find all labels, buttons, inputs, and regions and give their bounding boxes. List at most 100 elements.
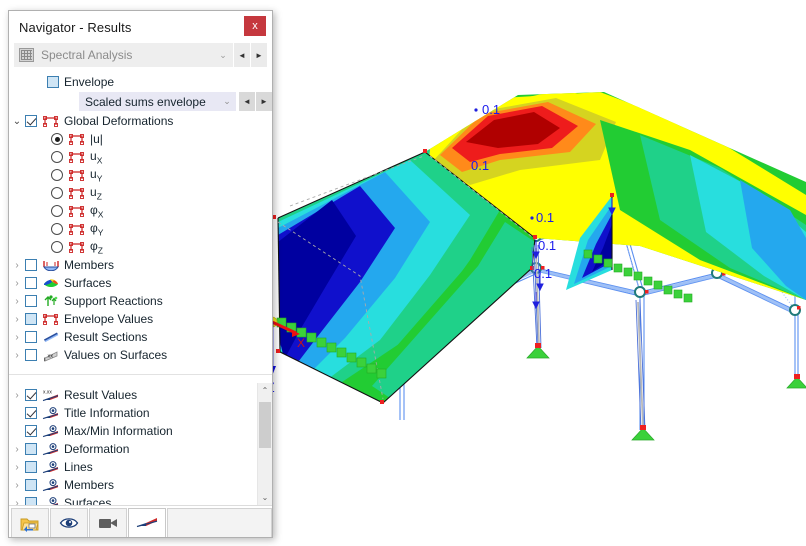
svg-text:0.1: 0.1	[471, 158, 489, 173]
navigator-tab-bar[interactable]	[9, 505, 272, 537]
tree-item-envelope[interactable]: Envelope	[9, 73, 272, 91]
deformation-component-radio[interactable]	[51, 187, 63, 199]
tree-item-deformation-component[interactable]: uZ	[9, 184, 272, 202]
navigator-results-panel[interactable]: Navigator - Results x Spectral Analysis …	[8, 10, 273, 538]
next-load-case-button[interactable]: ►	[250, 43, 267, 67]
display-item-lines[interactable]: › Lines	[9, 458, 257, 476]
load-case-selector[interactable]: Spectral Analysis ⌄ ◄ ►	[14, 43, 267, 67]
chevron-right-icon[interactable]: ›	[9, 444, 25, 455]
display-item-checkbox[interactable]	[25, 407, 37, 419]
frame-icon	[68, 186, 85, 200]
chevron-right-icon[interactable]: ›	[9, 332, 25, 343]
chevron-right-icon[interactable]: ›	[9, 390, 25, 401]
tree-item-label: Surfaces	[64, 276, 112, 290]
chevron-right-icon[interactable]: ›	[9, 498, 25, 506]
result-values-icon: x.xx	[42, 388, 59, 402]
support-reactions-icon	[42, 294, 59, 308]
deformation-component-radio[interactable]	[51, 241, 63, 253]
display-item-members[interactable]: › Members	[9, 476, 257, 494]
chevron-right-icon[interactable]: ›	[9, 462, 25, 473]
prev-load-case-button[interactable]: ◄	[233, 43, 250, 67]
scroll-down-button[interactable]: ⌄	[258, 490, 272, 505]
panel-splitter[interactable]	[9, 374, 272, 383]
deformation-component-radio[interactable]	[51, 133, 63, 145]
display-item-deformation[interactable]: › Deformation	[9, 440, 257, 458]
display-item-surfaces[interactable]: › Surfaces	[9, 494, 257, 505]
values-on-surfaces-icon: xx	[42, 348, 59, 362]
chevron-right-icon[interactable]: ›	[9, 260, 25, 271]
deformation-component-radio[interactable]	[51, 205, 63, 217]
load-case-combo[interactable]: Spectral Analysis ⌄	[14, 43, 233, 67]
display-item-checkbox[interactable]	[25, 497, 37, 505]
tree-item-checkbox[interactable]	[25, 277, 37, 289]
tree-item-deformation-component[interactable]: uX	[9, 148, 272, 166]
tree-item-global-deformations[interactable]: ⌄ Global Deformations	[9, 112, 272, 130]
chevron-down-icon[interactable]: ⌄	[9, 116, 25, 127]
tree-item-label: uY	[90, 166, 103, 184]
chevron-down-icon[interactable]: ⌄	[213, 50, 233, 61]
chevron-right-icon[interactable]: ›	[9, 314, 25, 325]
display-item-label: Max/Min Information	[64, 424, 173, 438]
tree-item-result-sections[interactable]: › Result Sections	[9, 328, 272, 346]
deformation-component-radio[interactable]	[51, 223, 63, 235]
chevron-down-icon[interactable]: ⌄	[218, 96, 236, 107]
scrollbar-track[interactable]	[258, 398, 272, 490]
display-item-checkbox[interactable]	[25, 479, 37, 491]
scrollbar-thumb[interactable]	[259, 402, 271, 448]
tree-item-members[interactable]: › Members	[9, 256, 272, 274]
tree-item-deformation-component[interactable]: |u|	[9, 130, 272, 148]
display-item-checkbox[interactable]	[25, 389, 37, 401]
tree-item-checkbox[interactable]	[25, 259, 37, 271]
tree-item-deformation-component[interactable]: φY	[9, 220, 272, 238]
display-item-max-min-information[interactable]: Max/Min Information	[9, 422, 257, 440]
results-tree[interactable]: Envelope Scaled sums envelope ⌄ ◄ ► ⌄ Gl…	[9, 67, 272, 374]
views-navigator-tab[interactable]	[89, 508, 127, 537]
deformation-component-radio[interactable]	[51, 169, 63, 181]
display-item-checkbox[interactable]	[25, 443, 37, 455]
tree-item-label: Envelope Values	[64, 312, 154, 326]
tree-item-deformation-component[interactable]: φX	[9, 202, 272, 220]
chevron-right-icon[interactable]: ›	[9, 350, 25, 361]
chevron-right-icon[interactable]: ›	[9, 278, 25, 289]
prev-envelope-button[interactable]: ◄	[238, 92, 255, 111]
tree-item-checkbox[interactable]	[25, 349, 37, 361]
scroll-up-button[interactable]: ⌃	[258, 383, 272, 398]
close-icon[interactable]: x	[244, 16, 266, 36]
frame-icon	[42, 114, 59, 128]
folder-arrow-icon	[20, 518, 39, 532]
svg-text:0.1: 0.1	[482, 102, 500, 117]
results-navigator-tab[interactable]	[128, 508, 166, 537]
tree-item-checkbox[interactable]	[25, 295, 37, 307]
deformation-component-radio[interactable]	[51, 151, 63, 163]
envelope-checkbox[interactable]	[47, 76, 59, 88]
display-item-checkbox[interactable]	[25, 461, 37, 473]
tree-item-checkbox[interactable]	[25, 313, 37, 325]
project-navigator-tab[interactable]	[11, 508, 49, 537]
tree-item-values-on-surfaces[interactable]: › xx Values on Surfaces	[9, 346, 272, 364]
display-navigator-tab[interactable]	[50, 508, 88, 537]
tree-item-label: φY	[90, 220, 104, 238]
tree-item-deformation-component[interactable]: uY	[9, 166, 272, 184]
tree-item-deformation-component[interactable]: φZ	[9, 238, 272, 256]
result-sections-icon	[42, 330, 59, 344]
chevron-right-icon[interactable]: ›	[9, 480, 25, 491]
tree-item-checkbox[interactable]	[25, 331, 37, 343]
display-item-result-values[interactable]: › x.xx Result Values	[9, 386, 257, 404]
next-envelope-button[interactable]: ►	[255, 92, 272, 111]
tree-item-support-reactions[interactable]: › Support Reactions	[9, 292, 272, 310]
scrollbar-vertical[interactable]: ⌃ ⌄	[257, 383, 272, 505]
display-item-label: Result Values	[64, 388, 138, 402]
tree-item-surfaces[interactable]: › Surfaces	[9, 274, 272, 292]
tree-item-label: |u|	[90, 132, 103, 146]
display-item-title-information[interactable]: Title Information	[9, 404, 257, 422]
frame-icon	[68, 222, 85, 236]
tree-item-label: Global Deformations	[64, 114, 174, 128]
display-icon	[42, 478, 59, 492]
global-deformations-checkbox[interactable]	[25, 115, 37, 127]
chevron-right-icon[interactable]: ›	[9, 296, 25, 307]
display-properties-tree[interactable]: › x.xx Result Values Title Information Max/M…	[9, 383, 272, 505]
envelope-type-selector[interactable]: Scaled sums envelope ⌄ ◄ ►	[9, 91, 272, 112]
display-item-checkbox[interactable]	[25, 425, 37, 437]
tree-item-envelope-values[interactable]: › Envelope Values	[9, 310, 272, 328]
results-icon	[136, 518, 158, 528]
